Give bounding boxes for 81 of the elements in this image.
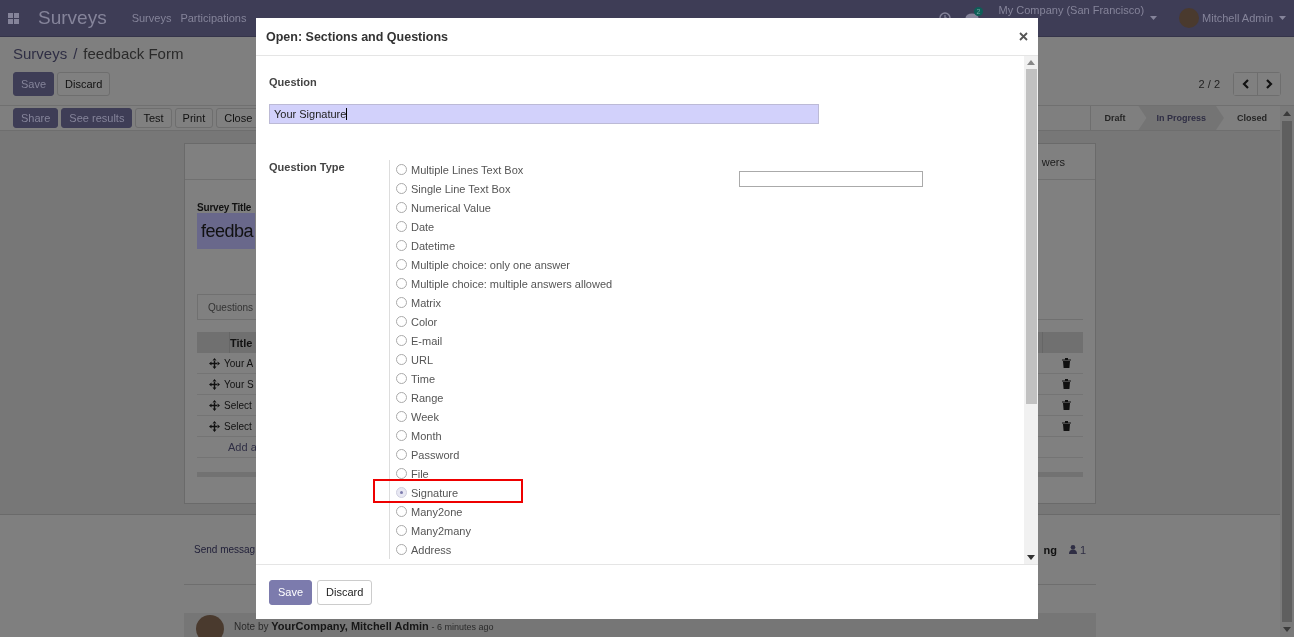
chevron-right-icon (1265, 79, 1273, 89)
column-header: Title (230, 336, 253, 349)
drag-handle-icon[interactable] (209, 378, 220, 390)
radio-option[interactable]: Time (396, 369, 739, 388)
action-button[interactable]: See results (61, 108, 133, 128)
question-input[interactable]: Your Signature (269, 104, 819, 124)
trash-icon[interactable] (1062, 421, 1071, 431)
scroll-down-icon[interactable] (1027, 555, 1035, 560)
drag-handle-icon[interactable] (209, 399, 220, 411)
dialog-button[interactable]: Discard (317, 579, 373, 605)
drag-handle-icon[interactable] (209, 420, 220, 432)
nav-menu-item[interactable]: Surveys (131, 12, 172, 24)
trash-icon[interactable] (1062, 358, 1071, 368)
breadcrumb-current: feedback Form (83, 45, 184, 64)
status-stage[interactable]: Draft (1091, 106, 1139, 130)
radio-option[interactable]: Week (396, 407, 739, 426)
drag-handle-icon[interactable] (209, 357, 220, 369)
radio-option[interactable]: Many2one (396, 502, 739, 521)
app-name[interactable]: Surveys (38, 7, 107, 29)
radio-option[interactable]: Address (396, 540, 739, 559)
radio-option[interactable]: URL (396, 350, 739, 369)
breadcrumb-link[interactable]: Surveys (13, 45, 68, 67)
radio-option[interactable]: Multiple Lines Text Box (396, 160, 739, 179)
close-icon[interactable] (1019, 32, 1028, 41)
radio-option[interactable]: Multiple choice: only one answer (396, 255, 739, 274)
dialog-button[interactable]: Save (269, 579, 313, 605)
radio-option[interactable]: Multiple choice: multiple answers allowed (396, 274, 739, 293)
chevron-left-icon (1242, 79, 1249, 89)
send-message-link[interactable]: Send messag (194, 544, 256, 555)
field-label: Question (269, 76, 318, 88)
message-header: Note by YourCompany, Mitchell Admin - 6 minutes ago (234, 620, 494, 632)
table-cell: Select (224, 399, 252, 411)
scrollbar[interactable] (1280, 106, 1294, 637)
follower-count[interactable]: 1 (1079, 543, 1086, 556)
scrollbar[interactable] (1024, 56, 1038, 564)
action-button[interactable]: Print (174, 108, 214, 128)
table-cell: Your A (224, 357, 254, 369)
radio-option[interactable]: E-mail (396, 331, 739, 350)
pager-counter: 2 / 2 (1198, 78, 1220, 90)
trash-icon[interactable] (1062, 400, 1071, 410)
radio-option[interactable]: Password (396, 445, 739, 464)
radio-option[interactable]: Date (396, 217, 739, 236)
chatter-button[interactable]: ng (1043, 543, 1057, 556)
radio-option[interactable]: Range (396, 388, 739, 407)
title-input[interactable]: feedba (197, 213, 256, 249)
form-button[interactable]: Discard (57, 72, 111, 96)
scroll-up-icon[interactable] (1027, 60, 1035, 65)
action-button[interactable]: Share (13, 108, 59, 128)
table-cell: Your S (224, 378, 254, 390)
form-button[interactable]: Save (13, 72, 55, 96)
radio-button[interactable] (396, 487, 407, 498)
nav-menu-item[interactable]: Participations (180, 12, 247, 24)
field-label: Survey Title (197, 202, 252, 213)
radio-option[interactable]: Color (396, 312, 739, 331)
radio-option[interactable]: Many2many (396, 521, 739, 540)
input-field[interactable] (739, 171, 923, 187)
user-menu[interactable]: Mitchell Admin (1202, 12, 1273, 24)
avatar-placeholder (1179, 8, 1200, 28)
caret-icon (1279, 16, 1286, 20)
radio-option[interactable]: File (396, 464, 739, 483)
action-button[interactable]: Test (135, 108, 172, 128)
scroll-up-icon[interactable] (1283, 111, 1291, 116)
field-label: Question Type (269, 160, 346, 175)
caret-icon (1150, 16, 1158, 20)
dialog-title: Open: Sections and Questions (266, 29, 448, 44)
person-icon (1068, 545, 1077, 554)
breadcrumb-separator: / (73, 45, 78, 64)
company-switcher[interactable]: My Company (San Francisco) (998, 4, 1145, 16)
status-stage[interactable]: Closed (1224, 106, 1280, 130)
table-cell: Select (224, 420, 252, 432)
radio-option[interactable]: Single Line Text Box (396, 179, 739, 198)
smart-button-label[interactable]: wers (1041, 155, 1065, 168)
radio-option[interactable]: Numerical Value (396, 198, 739, 217)
radio-option[interactable]: Matrix (396, 293, 739, 312)
radio-option[interactable]: Datetime (396, 236, 739, 255)
avatar-placeholder (196, 615, 224, 637)
next-button[interactable] (1257, 73, 1280, 95)
trash-icon[interactable] (1062, 379, 1071, 389)
status-stage[interactable]: In Progress (1138, 106, 1224, 130)
apps-menu-icon[interactable] (8, 12, 19, 24)
radio-option[interactable]: Month (396, 426, 739, 445)
